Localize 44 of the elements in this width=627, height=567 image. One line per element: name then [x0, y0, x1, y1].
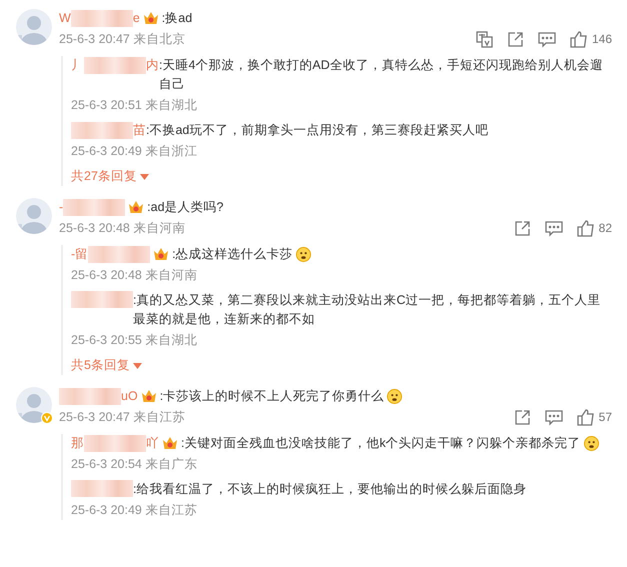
crown-badge-icon: [142, 11, 159, 25]
comment-icon[interactable]: [544, 220, 563, 237]
like-count: 82: [598, 220, 612, 237]
reply-time: 25-6-3 20:54 来自广东: [71, 456, 198, 473]
like-icon[interactable]: [570, 31, 588, 48]
reply-text: :不换ad玩不了，前期拿头一点用没有，第三赛段赶紧买人吧: [146, 122, 488, 139]
more-replies-link[interactable]: 共27条回复: [71, 167, 149, 186]
caret-icon: [132, 362, 142, 368]
share-icon[interactable]: [514, 409, 531, 426]
like-count: 146: [592, 31, 612, 48]
reply-time: 25-6-3 20:49 来自江苏: [71, 502, 198, 519]
caret-icon: [140, 174, 149, 180]
comment-time: 25-6-3 20:47 来自北京: [59, 31, 186, 48]
emoji-icon: [387, 389, 402, 404]
reply-text: :真的又怂又菜，第二赛段以来就主动没站出来C过一把，每把都等着躺，五个人里最菜的就是他，连新来的都不如: [133, 292, 602, 328]
reply-text: :天睡4个那波，换个敢打的AD全收了，真特么怂，手短还闪现跑给别人机会遛自己: [159, 57, 604, 93]
emoji-icon: [584, 436, 599, 451]
comment-time: 25-6-3 20:48 来自河南: [59, 220, 186, 237]
reply-text: :关键对面全残血也没啥技能了，他k个头闪走干嘛？闪躲个亲都杀完了: [181, 435, 581, 452]
comment-text: :卡莎该上的时候不上人死完了你勇什么: [160, 388, 384, 405]
comment-icon[interactable]: [544, 409, 563, 426]
reply-time: 25-6-3 20:55 来自湖北: [71, 332, 198, 349]
share-icon[interactable]: [506, 31, 524, 48]
emoji-icon: [296, 247, 311, 262]
comment-icon[interactable]: [538, 31, 556, 48]
crown-badge-icon: [128, 200, 144, 214]
comment-time: 25-6-3 20:47 来自江苏: [59, 409, 186, 426]
like-count: 57: [598, 409, 612, 426]
crown-badge-icon: [153, 247, 170, 261]
comment-text: :换ad: [162, 10, 192, 27]
more-replies-link[interactable]: 共5条回复: [71, 356, 142, 375]
crown-badge-icon: [162, 436, 178, 450]
verified-badge-icon: [41, 412, 53, 424]
reply-time: 25-6-3 20:51 来自湖北: [71, 97, 198, 114]
like-icon[interactable]: [576, 409, 595, 426]
comment-text: :ad是人类吗?: [147, 199, 224, 216]
reply-text: :怂成这样选什么卡莎: [172, 246, 293, 263]
share-icon[interactable]: [514, 220, 531, 237]
translate-icon[interactable]: [476, 31, 493, 48]
reply-time: 25-6-3 20:48 来自河南: [71, 267, 198, 284]
crown-badge-icon: [140, 389, 157, 403]
like-icon[interactable]: [576, 220, 595, 237]
reply-text: :给我看红温了，不该上的时候疯狂上，要他输出的时候么躲后面隐身: [133, 481, 526, 498]
reply-time: 25-6-3 20:49 来自浙江: [71, 143, 198, 160]
